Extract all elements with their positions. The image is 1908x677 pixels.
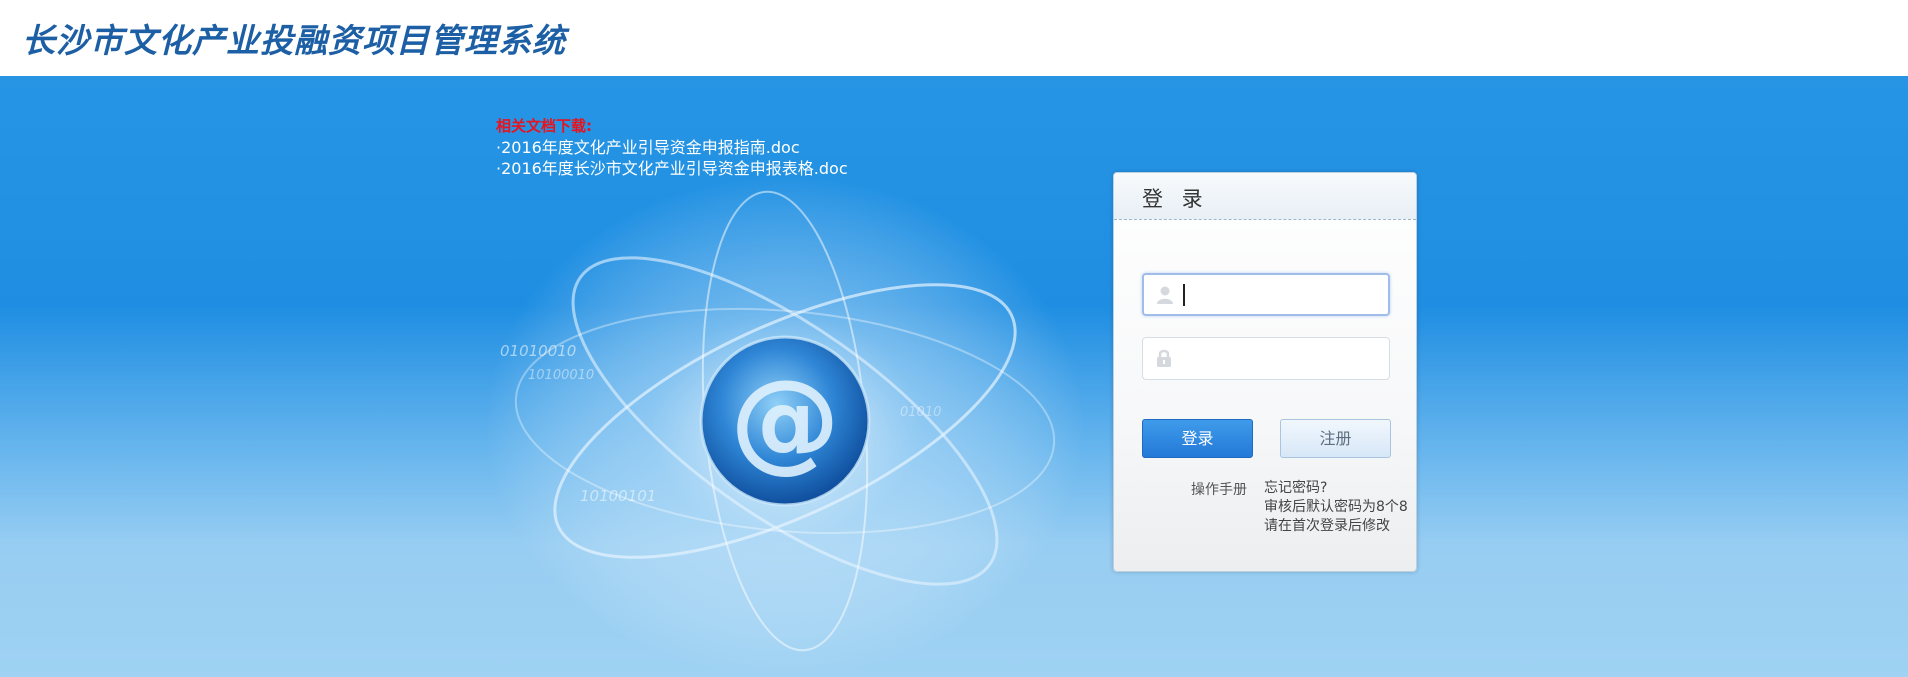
login-header: 登 录 (1114, 173, 1416, 220)
main-banner: @ 01010010 10100010 10100101 01010 相关文档下… (0, 76, 1908, 677)
binary-text-4: 01010 (900, 405, 941, 420)
register-button[interactable]: 注册 (1280, 419, 1391, 458)
default-password-note: 审核后默认密码为8个8 (1264, 499, 1408, 515)
password-input[interactable] (1181, 344, 1381, 372)
site-title: 长沙市文化产业投融资项目管理系统 (22, 21, 566, 60)
network-globe-illustration: @ 01010010 10100010 10100101 01010 (485, 176, 1085, 676)
lock-icon (1157, 349, 1171, 367)
user-icon (1157, 286, 1173, 304)
manual-link[interactable]: 操作手册 (1191, 479, 1247, 499)
text-caret (1183, 284, 1185, 306)
username-input[interactable] (1182, 281, 1382, 309)
binary-text-3: 10100101 (580, 487, 656, 505)
login-title: 登 录 (1142, 187, 1209, 211)
download-link-form[interactable]: ·2016年度长沙市文化产业引导资金申报表格.doc (496, 158, 848, 179)
download-link-guide[interactable]: ·2016年度文化产业引导资金申报指南.doc (496, 137, 848, 158)
login-button[interactable]: 登录 (1142, 419, 1253, 458)
binary-text-1: 01010010 (500, 342, 576, 360)
change-password-note: 请在首次登录后修改 (1264, 518, 1390, 534)
forgot-password-section: 忘记密码? 审核后默认密码为8个8 请在首次登录后修改 (1264, 479, 1408, 536)
binary-text-2: 10100010 (528, 368, 594, 383)
at-symbol: @ (730, 356, 840, 484)
header-bar: 长沙市文化产业投融资项目管理系统 (0, 0, 1908, 76)
downloads-section: 相关文档下载: ·2016年度文化产业引导资金申报指南.doc ·2016年度长… (496, 116, 848, 179)
password-field[interactable] (1142, 337, 1390, 380)
login-panel: 登 录 登录 注册 操作手册 忘记密码? 审核后默认密码为8个8 请在首次登录后… (1113, 172, 1417, 572)
username-field[interactable] (1142, 273, 1390, 316)
forgot-password-link[interactable]: 忘记密码? (1264, 479, 1408, 498)
downloads-title: 相关文档下载: (496, 117, 592, 135)
